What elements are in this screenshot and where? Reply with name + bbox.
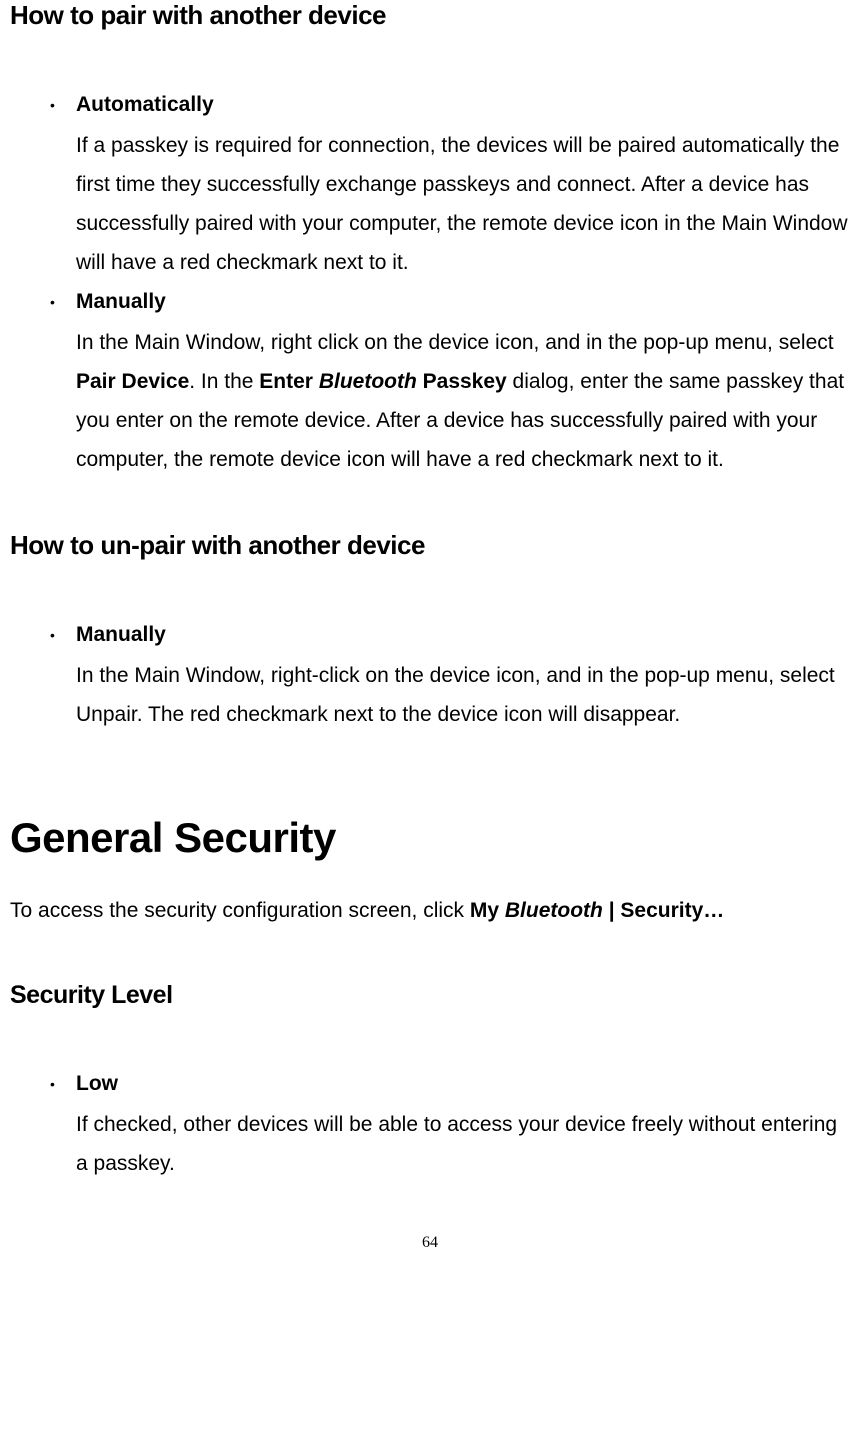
intro-text: To access the security configuration scr… [10,892,850,931]
item-body: If checked, other devices will be able t… [76,1106,850,1184]
item-title: Manually [76,621,850,649]
bullet-icon: • [50,288,76,316]
document-page: How to pair with another device • Automa… [10,0,850,1252]
list-item: • Low If checked, other devices will be … [50,1070,850,1184]
heading-general-security: General Security [10,814,850,862]
item-body: In the Main Window, right-click on the d… [76,657,850,735]
item-title: Low [76,1070,850,1098]
bullet-icon: • [50,91,76,119]
heading-security-level: Security Level [10,981,850,1010]
item-title: Manually [76,288,850,316]
bullet-icon: • [50,621,76,649]
list-pair: • Automatically If a passkey is required… [10,91,850,480]
list-security-level: • Low If checked, other devices will be … [10,1070,850,1184]
list-unpair: • Manually In the Main Window, right-cli… [10,621,850,735]
list-item: • Manually In the Main Window, right cli… [50,288,850,479]
list-item: • Automatically If a passkey is required… [50,91,850,282]
heading-pair: How to pair with another device [10,0,850,31]
item-body: If a passkey is required for connection,… [76,127,850,282]
bullet-icon: • [50,1070,76,1098]
heading-unpair: How to un-pair with another device [10,530,850,561]
item-title: Automatically [76,91,850,119]
item-body: In the Main Window, right click on the d… [76,324,850,479]
list-item: • Manually In the Main Window, right-cli… [50,621,850,735]
page-number: 64 [10,1234,850,1252]
